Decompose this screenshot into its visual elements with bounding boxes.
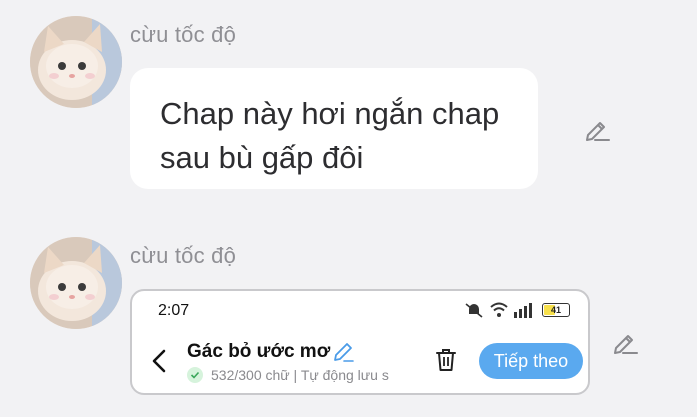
signal-icon xyxy=(514,303,532,318)
screenshot-attachment[interactable]: 2:07 41 Gác bỏ ước mơ 532/300 chữ | Tự đ… xyxy=(130,289,590,395)
status-bar-icons: 41 xyxy=(464,301,570,319)
cat-avatar-icon xyxy=(30,16,122,108)
battery-indicator: 41 xyxy=(542,303,570,317)
message-bubble[interactable]: Chap này hơi ngắn chap sau bù gấp đôi xyxy=(130,68,538,189)
status-bar-time: 2:07 xyxy=(158,302,190,319)
check-icon xyxy=(187,367,203,383)
trash-icon[interactable] xyxy=(434,347,458,373)
sender-name: cừu tốc độ xyxy=(130,243,237,268)
word-count-meta: 532/300 chữ | Tự động lưu s xyxy=(187,367,412,383)
edit-pencil-icon[interactable] xyxy=(609,327,639,357)
wifi-icon xyxy=(490,302,508,317)
document-title: Gác bỏ ước mơ xyxy=(187,341,331,362)
edit-title-icon[interactable] xyxy=(332,341,354,363)
meta-text: 532/300 chữ | Tự động lưu s xyxy=(211,367,389,383)
next-button[interactable]: Tiếp theo xyxy=(479,343,583,379)
sender-name: cừu tốc độ xyxy=(130,22,237,47)
sender-avatar[interactable] xyxy=(30,16,122,108)
message-text: Chap này hơi ngắn chap sau bù gấp đôi xyxy=(160,96,500,175)
cat-avatar-icon xyxy=(30,237,122,329)
edit-pencil-icon[interactable] xyxy=(581,114,611,144)
mute-bell-icon xyxy=(465,303,483,318)
back-arrow-icon[interactable] xyxy=(148,347,172,375)
sender-avatar[interactable] xyxy=(30,237,122,329)
